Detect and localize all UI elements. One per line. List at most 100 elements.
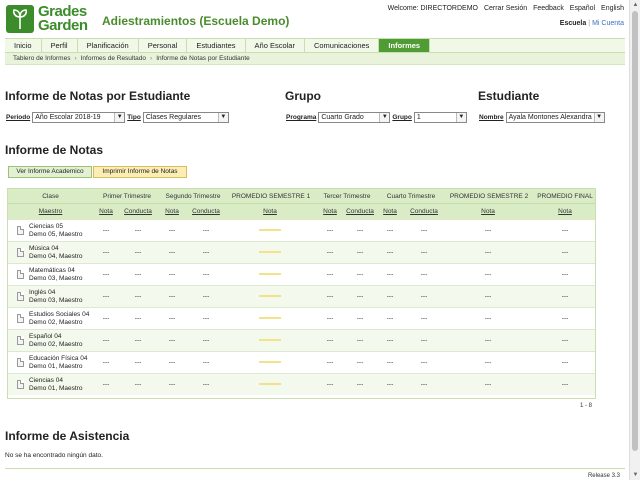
- chevron-down-icon: ▼: [114, 113, 125, 122]
- grade-cell: ---: [102, 271, 110, 278]
- grade-cell: ---: [484, 293, 492, 300]
- grade-cell: ---: [134, 271, 142, 278]
- scroll-up-arrow-icon[interactable]: ▲: [630, 0, 640, 10]
- grade-cell: ---: [386, 359, 394, 366]
- grade-cell: ---: [202, 337, 210, 344]
- teacher-name: Demo 02, Maestro: [29, 318, 83, 326]
- logout-link[interactable]: Cerrar Sesión: [484, 5, 527, 12]
- header-nota[interactable]: Nota: [258, 208, 282, 215]
- header-maestro[interactable]: Maestro: [8, 208, 93, 215]
- logo-text: Grades Garden: [38, 3, 88, 34]
- table-row[interactable]: Música 04 Demo 04, Maestro --- --- --- --- ---…: [8, 241, 595, 263]
- grades-garden-logo[interactable]: Grades Garden: [6, 3, 94, 35]
- table-row[interactable]: Educación Física 04 Demo 01, Maestro --- --…: [8, 351, 595, 373]
- spanish-link[interactable]: Español: [570, 5, 595, 12]
- semester-average-highlight: [259, 361, 281, 364]
- grade-cell: ---: [202, 271, 210, 278]
- grade-cell: ---: [386, 271, 394, 278]
- menu-comunicaciones[interactable]: Comunicaciones: [305, 39, 380, 52]
- class-name: Inglés 04: [29, 289, 56, 296]
- header-nota[interactable]: Nota: [320, 208, 340, 215]
- school-link[interactable]: Escuela: [560, 20, 586, 27]
- programa-select[interactable]: Cuarto Grado ▼: [318, 112, 391, 123]
- menu-perfil[interactable]: Perfil: [42, 39, 78, 52]
- grupo-select[interactable]: 1 ▼: [413, 112, 467, 123]
- top-navigation: Welcome: DIRECTORDEMO Cerrar Sesión Feed…: [384, 5, 624, 12]
- grupo-value: 1: [416, 114, 421, 121]
- document-icon[interactable]: [17, 314, 24, 323]
- breadcrumb-tablero[interactable]: Tablero de Informes: [13, 55, 70, 62]
- class-name: Educación Física 04: [29, 355, 88, 362]
- breadcrumb-current: Informe de Notas por Estudiante: [156, 55, 250, 62]
- menu-informes[interactable]: Informes: [379, 39, 431, 52]
- table-row[interactable]: Español 04 Demo 02, Maestro --- --- --- --- --…: [8, 329, 595, 351]
- grade-cell: ---: [326, 271, 334, 278]
- periodo-row: Periodo Año Escolar 2018-19 ▼ Tipo Clase…: [6, 112, 229, 123]
- class-name: Música 04: [29, 245, 59, 252]
- document-icon[interactable]: [17, 336, 24, 345]
- header-nota[interactable]: Nota: [553, 208, 577, 215]
- document-icon[interactable]: [17, 270, 24, 279]
- grupo-row: Programa Cuarto Grado ▼ Grupo 1 ▼: [286, 112, 467, 123]
- breadcrumb-resultado[interactable]: Informes de Resultado: [81, 55, 146, 62]
- teacher-name: Demo 03, Maestro: [29, 296, 83, 304]
- grade-cell: ---: [561, 271, 569, 278]
- grade-cell: ---: [202, 359, 210, 366]
- teacher-name: Demo 04, Maestro: [29, 252, 83, 260]
- grade-cell: ---: [484, 359, 492, 366]
- grade-cell: [258, 249, 282, 256]
- table-row[interactable]: Ciencias 05 Demo 05, Maestro --- --- --- --- -…: [8, 219, 595, 241]
- tipo-select[interactable]: Clases Regulares ▼: [142, 112, 229, 123]
- menu-personal[interactable]: Personal: [139, 39, 188, 52]
- grade-cell: ---: [326, 381, 334, 388]
- class-name: Español 04: [29, 333, 62, 340]
- menu-ano-escolar[interactable]: Año Escolar: [246, 39, 305, 52]
- grade-cell: ---: [102, 227, 110, 234]
- header-nota[interactable]: Nota: [476, 208, 500, 215]
- programa-value: Cuarto Grado: [321, 114, 364, 121]
- grade-cell: ---: [484, 337, 492, 344]
- grade-cell: ---: [134, 227, 142, 234]
- document-icon[interactable]: [17, 380, 24, 389]
- header-conducta[interactable]: Conducta: [120, 208, 156, 215]
- menu-inicio[interactable]: Inicio: [5, 39, 42, 52]
- menu-planificacion[interactable]: Planificación: [78, 39, 139, 52]
- page-scrollbar[interactable]: ▲ ▼: [629, 0, 640, 480]
- header-nota[interactable]: Nota: [96, 208, 116, 215]
- scroll-down-arrow-icon[interactable]: ▼: [630, 470, 640, 480]
- header-conducta[interactable]: Conducta: [342, 208, 378, 215]
- view-academic-report-button[interactable]: Ver Informe Academico: [8, 166, 92, 178]
- grade-cell: ---: [561, 337, 569, 344]
- menu-estudiantes[interactable]: Estudiantes: [187, 39, 246, 52]
- table-row[interactable]: Ciencias 04 Demo 01, Maestro --- --- --- --- -…: [8, 373, 595, 395]
- breadcrumb-separator: ›: [150, 55, 153, 62]
- table-row[interactable]: Estudios Sociales 04 Demo 02, Maestro --- -…: [8, 307, 595, 329]
- document-icon[interactable]: [17, 358, 24, 367]
- semester-average-highlight: [259, 251, 281, 254]
- header-conducta[interactable]: Conducta: [406, 208, 442, 215]
- table-row[interactable]: Matemáticas 04 Demo 03, Maestro --- --- --- -…: [8, 263, 595, 285]
- header-nota[interactable]: Nota: [380, 208, 400, 215]
- document-icon[interactable]: [17, 226, 24, 235]
- document-icon[interactable]: [17, 292, 24, 301]
- scrollbar-thumb[interactable]: [632, 11, 638, 451]
- grade-cell: ---: [134, 337, 142, 344]
- header-conducta[interactable]: Conducta: [188, 208, 224, 215]
- periodo-label: Periodo: [6, 114, 31, 121]
- table-pager: 1 - 8: [579, 403, 592, 409]
- grade-cell: ---: [102, 359, 110, 366]
- table-row[interactable]: Inglés 04 Demo 03, Maestro --- --- --- --- ---…: [8, 285, 595, 307]
- nombre-select[interactable]: Ayala Montones Alexandra ▼: [505, 112, 605, 123]
- grade-cell: ---: [168, 381, 176, 388]
- english-link[interactable]: English: [601, 5, 624, 12]
- grade-cell: ---: [356, 293, 364, 300]
- class-name: Estudios Sociales 04: [29, 311, 90, 318]
- document-icon[interactable]: [17, 248, 24, 257]
- grade-cell: ---: [561, 359, 569, 366]
- header-nota[interactable]: Nota: [162, 208, 182, 215]
- periodo-select[interactable]: Año Escolar 2018-19 ▼: [32, 112, 126, 123]
- feedback-link[interactable]: Feedback: [533, 5, 564, 12]
- header-cuarto-trimestre: Cuarto Trimestre: [386, 193, 436, 200]
- my-account-link[interactable]: Mi Cuenta: [592, 20, 624, 27]
- print-grades-report-button[interactable]: Imprimir Informe de Notas: [93, 166, 187, 178]
